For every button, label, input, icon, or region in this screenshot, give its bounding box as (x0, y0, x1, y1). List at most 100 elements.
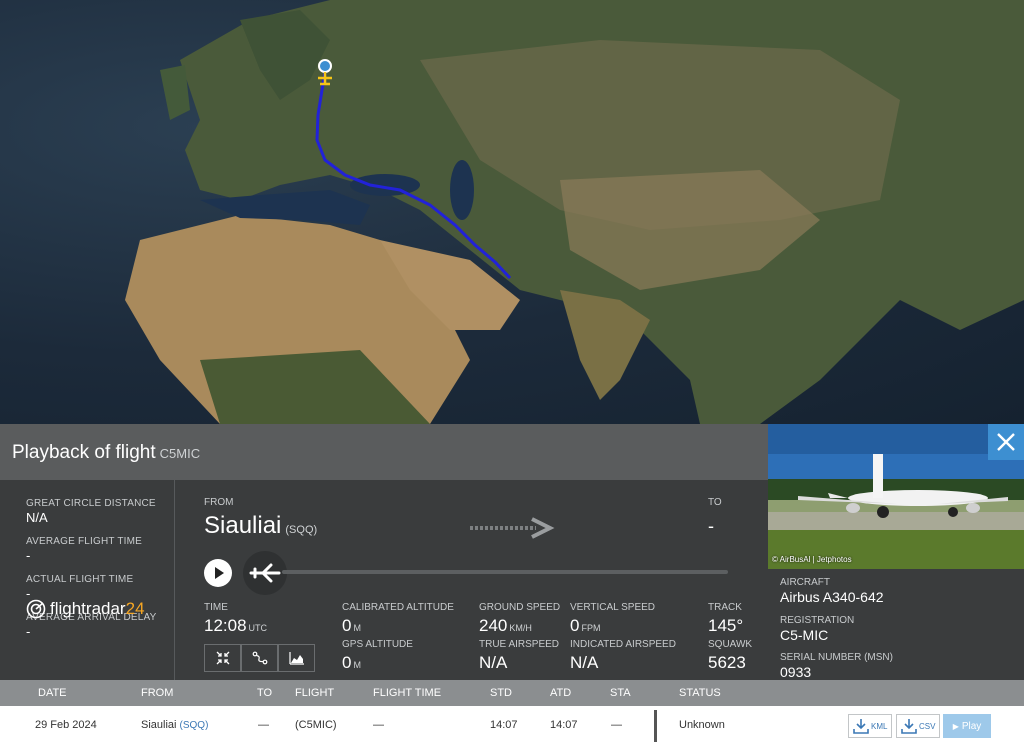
stat-average-flight-time: AVERAGE FLIGHT TIME - (26, 536, 142, 563)
stat-label: ACTUAL FLIGHT TIME (26, 574, 134, 585)
metric-label: GPS ALTITUDE (342, 639, 413, 650)
panel-title: Playback of flight C5MIC (12, 442, 200, 464)
metric-label: TIME (204, 602, 228, 613)
download-csv-button[interactable]: CSV (896, 714, 941, 738)
panel-header: Playback of flight C5MIC (0, 424, 768, 480)
route-arrow-icon (470, 516, 560, 545)
info-value: C5-MIC (780, 627, 829, 643)
metric-unit: KM/H (509, 623, 532, 633)
logo-number: 24 (125, 599, 145, 618)
info-value: 0933 (780, 664, 812, 680)
altitude-graph-button[interactable] (278, 644, 315, 672)
flights-table-header: DATE FROM TO FLIGHT FLIGHT TIME STD ATD … (0, 680, 1024, 706)
metric-label: GROUND SPEED (479, 602, 561, 613)
timeline-plane-icon[interactable] (243, 551, 287, 595)
metric-label: TRUE AIRSPEED (479, 639, 560, 650)
stat-great-circle-distance: GREAT CIRCLE DISTANCE N/A (26, 498, 156, 525)
info-label: REGISTRATION (780, 615, 855, 626)
from-label: FROM (204, 497, 234, 508)
row-std: 14:07 (490, 719, 518, 731)
stat-value: - (26, 548, 31, 563)
vertical-speed-metric: VERTICAL SPEED 0 FPM (570, 602, 655, 636)
play-flight-button[interactable]: ▶ Play (943, 714, 991, 738)
row-from-code[interactable]: (SQQ) (180, 720, 209, 731)
row-divider (654, 710, 657, 742)
metric-label: INDICATED AIRSPEED (570, 639, 676, 650)
panel-title-registration: C5MIC (159, 446, 201, 461)
row-atd: 14:07 (550, 719, 578, 731)
flight-map[interactable] (0, 0, 1024, 424)
metric-unit: UTC (248, 623, 268, 633)
aircraft-registration: REGISTRATION C5-MIC (780, 615, 854, 643)
row-from: Siauliai (SQQ) (141, 706, 208, 744)
metric-value: 145° (708, 616, 744, 635)
playback-panel: Playback of flight C5MIC GREAT CIRCLE DIS… (0, 424, 768, 680)
table-row[interactable]: 29 Feb 2024 Siauliai (SQQ) — (C5MIC) — 1… (0, 706, 1024, 744)
aircraft-info-panel: © AirBusAl | Jetphotos AIRCRAFT Airbus A… (768, 424, 1024, 680)
chart-buttons (204, 644, 315, 672)
play-label: Play (961, 720, 982, 732)
stat-value: - (26, 624, 31, 639)
metric-unit: M (353, 660, 361, 670)
kml-label: KML (871, 721, 888, 731)
gps-altitude-metric: GPS ALTITUDE 0M (342, 639, 413, 673)
stat-label: GREAT CIRCLE DISTANCE (26, 498, 156, 509)
metric-value: 5623 (708, 653, 746, 672)
row-date: 29 Feb 2024 (35, 719, 97, 731)
download-icon (853, 719, 869, 734)
csv-label: CSV (919, 721, 936, 731)
metric-unit: FPM (581, 623, 601, 633)
col-atd: ATD (550, 687, 572, 699)
metric-value: 0 (342, 653, 352, 672)
logo-text: flightradar (50, 599, 126, 618)
info-value: Airbus A340-642 (780, 589, 884, 605)
compress-arrows-icon (216, 651, 229, 665)
indicated-airspeed-metric: INDICATED AIRSPEED N/A (570, 639, 676, 673)
row-to: — (258, 719, 269, 731)
route-icon (252, 651, 267, 665)
origin-city: Siauliai (204, 512, 282, 539)
row-sta: — (611, 719, 622, 731)
flight-stats: GREAT CIRCLE DISTANCE N/A AVERAGE FLIGHT… (0, 480, 175, 680)
flightradar24-logo[interactable]: flightradar 24 (26, 599, 145, 619)
row-flight: (C5MIC) (295, 719, 337, 731)
col-sta: STA (610, 687, 631, 699)
aircraft-type: AIRCRAFT Airbus A340-642 (780, 577, 884, 605)
download-kml-button[interactable]: KML (848, 714, 893, 738)
row-status: Unknown (679, 719, 725, 731)
metric-value: N/A (570, 653, 599, 672)
play-icon: ▶ (952, 721, 959, 731)
metric-unit: M (353, 623, 361, 633)
to-label: TO (708, 497, 722, 508)
row-from-city: Siauliai (141, 719, 177, 731)
metric-label: TRACK (708, 602, 742, 613)
row-flight-time: — (373, 719, 384, 731)
aircraft-photo[interactable]: © AirBusAl | Jetphotos (768, 424, 1024, 569)
panel-title-text: Playback of flight (12, 442, 156, 463)
fullscreen-toggle-button[interactable] (204, 644, 241, 672)
origin: Siauliai (SQQ) (204, 512, 317, 540)
metric-label: SQUAWK (708, 639, 753, 650)
origin-pin-icon (318, 59, 332, 73)
squawk-metric: SQUAWK 5623 (708, 639, 752, 673)
photo-credit[interactable]: © AirBusAl | Jetphotos (772, 555, 852, 564)
metric-label: VERTICAL SPEED (570, 602, 656, 613)
metric-value: 0 (570, 616, 580, 635)
col-flight-time: FLIGHT TIME (373, 687, 442, 699)
route-toggle-button[interactable] (241, 644, 278, 672)
true-airspeed-metric: TRUE AIRSPEED N/A (479, 639, 559, 673)
col-to: TO (257, 687, 273, 699)
col-std: STD (490, 687, 512, 699)
map-terrain (125, 0, 1024, 424)
stat-actual-flight-time: ACTUAL FLIGHT TIME - (26, 574, 133, 601)
aircraft-serial: SERIAL NUMBER (MSN) 0933 (780, 652, 893, 680)
radar-icon (26, 599, 46, 619)
ground-speed-metric: GROUND SPEED 240 KM/H (479, 602, 560, 636)
destination: - (708, 516, 714, 536)
col-date: DATE (38, 687, 67, 699)
play-button[interactable] (204, 559, 232, 587)
timeline-track[interactable] (282, 570, 728, 574)
close-button[interactable] (988, 424, 1024, 460)
metric-value: 240 (479, 616, 508, 635)
metric-value: N/A (479, 653, 508, 672)
